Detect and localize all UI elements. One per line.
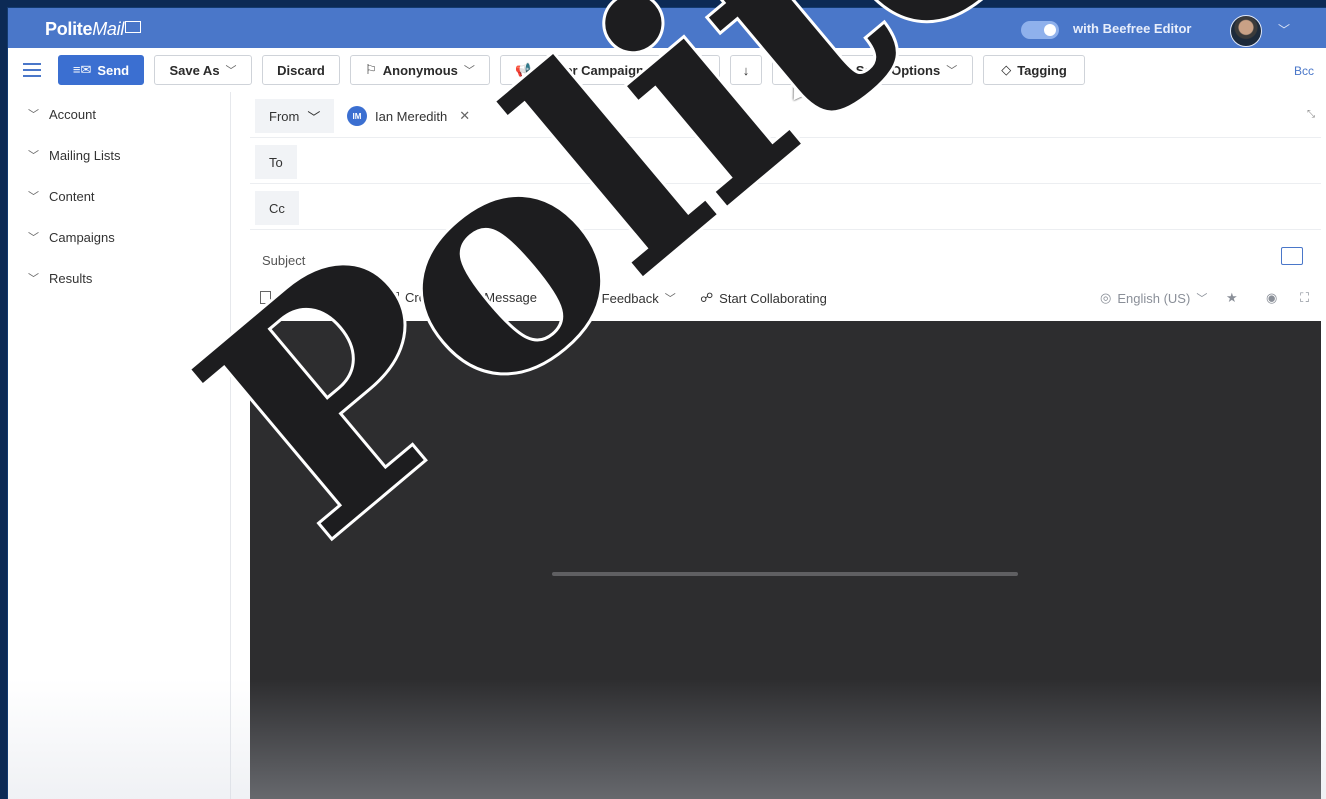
user-avatar[interactable] [1230, 15, 1262, 47]
sender-chip[interactable]: IM Ian Meredith ✕ [347, 106, 470, 126]
chevron-down-icon: ﹀ [28, 150, 39, 162]
high-priority-button[interactable]: ! [688, 55, 720, 85]
preview-eye-icon[interactable]: ◉ [1266, 290, 1277, 306]
fullscreen-icon[interactable]: ⛶ [1300, 290, 1309, 306]
globe-icon: ◎ [1100, 290, 1112, 305]
loading-progress-bar [552, 572, 1018, 576]
chevron-down-icon: ﹀ [463, 65, 475, 77]
tagging-button[interactable]: ◇ Tagging [983, 55, 1085, 85]
sender-select[interactable]: ⚐ Anonymous ﹀ [350, 55, 490, 85]
save-as-button[interactable]: Save As ﹀ [154, 55, 252, 85]
compose-toolbar: ≡✉ Send Save As ﹀ Discard ⚐ Anonymous ﹀ 📢 Win… [8, 48, 1326, 92]
sidebar-item-campaigns[interactable]: ﹀ Campaigns [28, 229, 115, 245]
create-video-button[interactable]: Create Video Message [387, 290, 537, 305]
email-editor-canvas[interactable] [250, 321, 1321, 799]
add-feedback-button[interactable]: ✩ Add Feedback ﹀ [558, 290, 676, 306]
chevron-down-icon: ﹀ [28, 191, 39, 203]
chevron-down-icon: ﹀ [28, 232, 39, 244]
chevron-down-icon: ﹀ [28, 109, 39, 121]
bcc-link[interactable]: Bcc [1294, 64, 1314, 78]
discard-button[interactable]: Discard [262, 55, 340, 85]
video-icon [387, 292, 399, 303]
envelope-icon: ≡✉ [72, 62, 92, 77]
language-select[interactable]: ◎ English (US) ﹀ [1100, 290, 1207, 306]
start-collaborating-button[interactable]: ☍ Start Collaborating [700, 290, 827, 306]
collaborators-icon: ☍ [700, 290, 714, 305]
top-bar: PoliteMail with Beefree Editor ﹀ [8, 8, 1326, 48]
sidebar-item-results[interactable]: ﹀ Results [28, 270, 92, 286]
chevron-down-icon: ﹀ [225, 65, 237, 77]
logo: PoliteMail [45, 19, 142, 40]
chevron-down-icon: ﹀ [649, 65, 661, 77]
campaign-select[interactable]: 📢 Winter Campaign ﹀ [500, 55, 676, 85]
sidebar-item-mailing-lists[interactable]: ﹀ Mailing Lists [28, 147, 121, 163]
flag-icon: ⚐ [365, 62, 377, 77]
subject-row[interactable]: Subject [250, 233, 1321, 277]
hamburger-menu-icon[interactable] [23, 63, 41, 81]
chevron-down-icon: ﹀ [946, 65, 958, 77]
sidebar-item-content[interactable]: ﹀ Content [28, 188, 95, 204]
send-button[interactable]: ≡✉ Send [58, 55, 144, 85]
chevron-down-icon: ﹀ [1196, 293, 1208, 305]
chevron-down-icon[interactable]: ﹀ [1278, 21, 1290, 38]
app-window: PoliteMail with Beefree Editor ﹀ ≡✉ Send … [8, 8, 1326, 799]
envelope-gear-icon: ✉ [838, 62, 850, 77]
cc-label[interactable]: Cc [255, 191, 299, 225]
beefree-editor-toggle[interactable] [1021, 21, 1059, 39]
editor-tools: Select Template Create Video Message ✩ Ad… [254, 287, 1321, 313]
to-label[interactable]: To [255, 145, 297, 179]
to-row[interactable]: To [250, 141, 1321, 184]
chevron-down-icon: ﹀ [664, 293, 676, 305]
select-template-button[interactable]: Select Template [260, 290, 369, 305]
from-row: From ﹀ IM Ian Meredith ✕ ⤡ [250, 95, 1321, 138]
sender-initials: IM [347, 106, 367, 126]
close-icon[interactable]: ✕ [459, 108, 470, 124]
from-dropdown[interactable]: From ﹀ [255, 99, 335, 133]
feedback-icon: ✩ [558, 290, 569, 305]
collapse-icon[interactable]: ⤡ [1307, 109, 1315, 120]
cc-row[interactable]: Cc [250, 187, 1321, 230]
low-priority-button[interactable]: ↓ [730, 55, 762, 85]
sender-name: Ian Meredith [375, 108, 448, 124]
beefree-editor-label: with Beefree Editor [1073, 21, 1192, 36]
attach-button[interactable]: 📎 [772, 55, 804, 85]
sidebar-item-account[interactable]: ﹀ Account [28, 106, 96, 122]
template-icon [260, 291, 271, 304]
paperclip-icon: 📎 [779, 62, 797, 77]
subject-input[interactable]: Subject [262, 253, 305, 268]
tag-icon: ◇ [1001, 62, 1012, 77]
sidebar: ﹀ Account ﹀ Mailing Lists ﹀ Content ﹀ Campai… [8, 92, 231, 799]
chevron-down-icon: ﹀ [28, 273, 39, 285]
chevron-down-icon: ﹀ [307, 109, 321, 125]
megaphone-icon: 📢 [515, 62, 532, 77]
star-icon[interactable]: ★ [1226, 290, 1238, 306]
send-options-button[interactable]: ✉ Send Options ﹀ [823, 55, 973, 85]
signature-icon[interactable] [1281, 247, 1303, 265]
